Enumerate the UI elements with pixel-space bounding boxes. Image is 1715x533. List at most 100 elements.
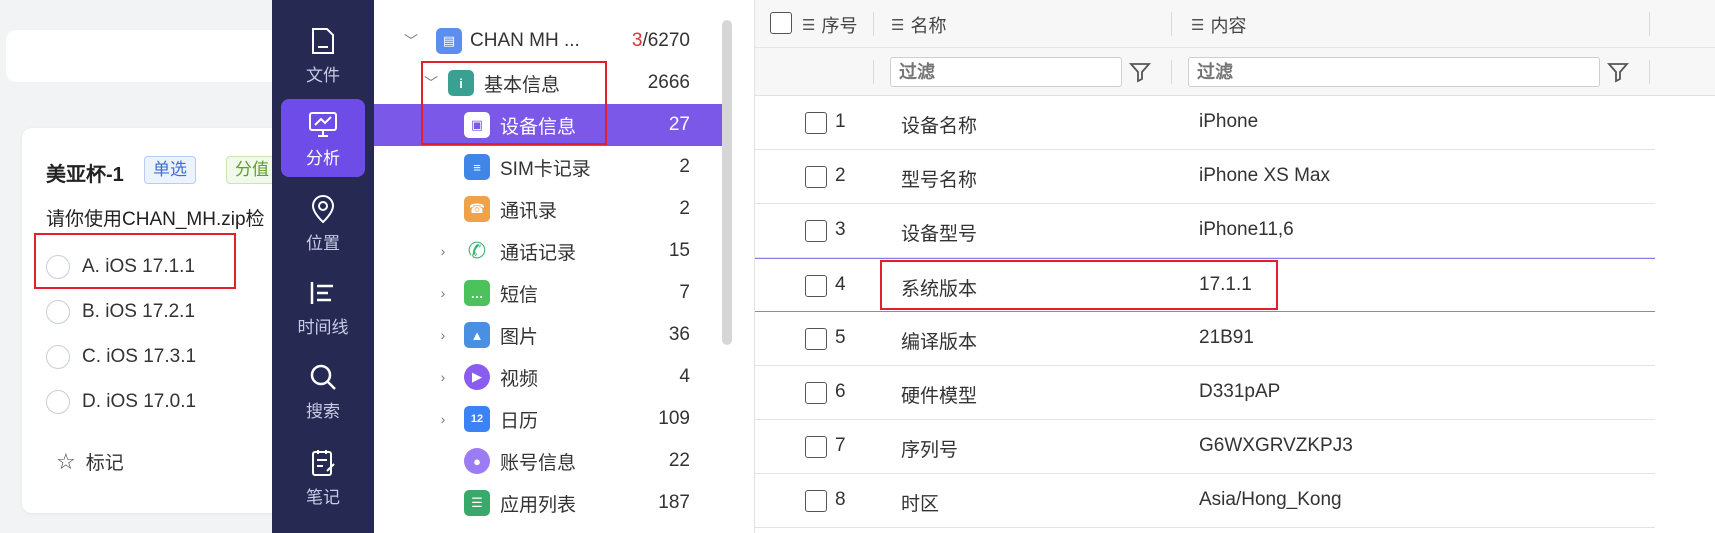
tree-item-sim[interactable]: ≡ SIM卡记录 2 bbox=[374, 146, 722, 188]
mark-label: 标记 bbox=[85, 453, 124, 474]
column-separator[interactable] bbox=[873, 12, 874, 36]
filter-icon[interactable] bbox=[1606, 60, 1630, 84]
header-content[interactable]: ☰ 内容 bbox=[1191, 12, 1246, 38]
select-all-checkbox[interactable] bbox=[770, 12, 792, 34]
filter-icon[interactable] bbox=[1128, 60, 1152, 84]
list-icon: ☰ bbox=[802, 17, 816, 34]
nav-item-notes[interactable]: 笔记 bbox=[281, 438, 365, 516]
table-row[interactable]: 7 序列号 G6WXGRVZKPJ3 bbox=[755, 420, 1655, 474]
tree-root[interactable]: ﹀ ▤ CHAN MH ... 3/6270 bbox=[374, 20, 722, 62]
row-name: 设备名称 bbox=[901, 116, 978, 137]
tree-count: 22 bbox=[668, 450, 690, 471]
option-label: A. iOS 17.1.1 bbox=[82, 256, 196, 277]
table-row[interactable]: 1 设备名称 iPhone bbox=[755, 96, 1655, 150]
row-checkbox[interactable] bbox=[805, 490, 827, 512]
nav-label: 笔记 bbox=[306, 487, 340, 507]
table-row[interactable]: 6 硬件模型 D331pAP bbox=[755, 366, 1655, 420]
column-separator[interactable] bbox=[1171, 12, 1172, 36]
tree-count: 2666 bbox=[647, 72, 690, 93]
chevron-right-icon[interactable]: › bbox=[436, 411, 450, 427]
option-c[interactable]: C. iOS 17.3.1 bbox=[46, 344, 196, 370]
table-row[interactable]: 4 系统版本 17.1.1 bbox=[755, 258, 1655, 312]
tree-count: 27 bbox=[668, 114, 690, 135]
row-name: 编译版本 bbox=[901, 332, 978, 353]
tree-item-calendar[interactable]: › 12 日历 109 bbox=[374, 398, 722, 440]
row-checkbox[interactable] bbox=[805, 275, 827, 297]
file-icon: ▤ bbox=[436, 28, 462, 54]
tree-item-images[interactable]: › ▲ 图片 36 bbox=[374, 314, 722, 356]
sms-icon: … bbox=[464, 280, 490, 306]
tree-item-accounts[interactable]: ● 账号信息 22 bbox=[374, 440, 722, 482]
tree-item-video[interactable]: › ▶ 视频 4 bbox=[374, 356, 722, 398]
chevron-right-icon[interactable]: › bbox=[436, 327, 450, 343]
row-number: 2 bbox=[835, 165, 846, 186]
tree-scrollbar[interactable] bbox=[722, 20, 732, 345]
chevron-right-icon[interactable]: › bbox=[436, 285, 450, 301]
row-checkbox[interactable] bbox=[805, 436, 827, 458]
table-row[interactable]: 3 设备型号 iPhone11,6 bbox=[755, 204, 1655, 258]
name-filter-input[interactable] bbox=[890, 57, 1122, 87]
row-name: 硬件模型 bbox=[901, 386, 978, 407]
nav-item-file[interactable]: 文件 bbox=[281, 16, 365, 94]
nav-item-analysis[interactable]: 分析 bbox=[281, 99, 365, 177]
tree-label: 日历 bbox=[500, 410, 539, 432]
tree-item-calls[interactable]: › ✆ 通话记录 15 bbox=[374, 230, 722, 272]
device-icon: ▣ bbox=[464, 112, 490, 138]
chevron-down-icon[interactable]: ﹀ bbox=[424, 75, 438, 91]
app-list-icon: ☰ bbox=[464, 490, 490, 516]
list-icon: ☰ bbox=[891, 17, 905, 34]
tree-count: 15 bbox=[668, 240, 690, 261]
row-checkbox[interactable] bbox=[805, 112, 827, 134]
question-top-card bbox=[6, 30, 286, 82]
tree-label: 账号信息 bbox=[500, 452, 577, 474]
timeline-icon bbox=[310, 281, 333, 304]
tree-item-device-info[interactable]: ▣ 设备信息 27 bbox=[374, 104, 722, 146]
row-checkbox[interactable] bbox=[805, 382, 827, 404]
column-separator[interactable] bbox=[1649, 12, 1650, 36]
tree-label: 设备信息 bbox=[500, 116, 577, 138]
radio-button[interactable] bbox=[46, 345, 70, 369]
option-a[interactable]: A. iOS 17.1.1 bbox=[46, 254, 195, 280]
row-number: 6 bbox=[835, 381, 846, 402]
tree-label: CHAN MH ... bbox=[470, 30, 580, 51]
nav-item-search[interactable]: 搜索 bbox=[281, 352, 365, 430]
row-number: 7 bbox=[835, 435, 846, 456]
tree-count: 3/6270 bbox=[632, 30, 690, 52]
tree-label: 视频 bbox=[500, 368, 539, 390]
row-name: 序列号 bbox=[901, 440, 959, 461]
header-name[interactable]: ☰ 名称 bbox=[891, 12, 946, 38]
chevron-down-icon[interactable]: ﹀ bbox=[404, 33, 418, 49]
header-label: 序号 bbox=[821, 16, 858, 36]
option-label: C. iOS 17.3.1 bbox=[82, 346, 197, 367]
table-row[interactable]: 5 编译版本 21B91 bbox=[755, 312, 1655, 366]
row-name: 时区 bbox=[901, 494, 940, 515]
radio-button[interactable] bbox=[46, 300, 70, 324]
option-d[interactable]: D. iOS 17.0.1 bbox=[46, 389, 196, 415]
tree-item-sms[interactable]: › … 短信 7 bbox=[374, 272, 722, 314]
question-title: 美亚杯-1 bbox=[46, 164, 124, 186]
radio-button[interactable] bbox=[46, 390, 70, 414]
tree-item-contacts[interactable]: ☎ 通讯录 2 bbox=[374, 188, 722, 230]
table-row[interactable]: 8 时区 Asia/Hong_Kong bbox=[755, 474, 1655, 528]
chevron-right-icon[interactable]: › bbox=[436, 369, 450, 385]
tree-count: 187 bbox=[658, 492, 690, 513]
tree-item-basic-info[interactable]: ﹀ i 基本信息 2666 bbox=[374, 62, 722, 104]
content-filter-input[interactable] bbox=[1188, 57, 1600, 87]
row-checkbox[interactable] bbox=[805, 166, 827, 188]
header-seq[interactable]: ☰ 序号 bbox=[802, 12, 857, 38]
row-checkbox[interactable] bbox=[805, 220, 827, 242]
tree-count: 2 bbox=[679, 198, 690, 219]
nav-item-timeline[interactable]: 时间线 bbox=[281, 268, 365, 346]
row-content: iPhone11,6 bbox=[1199, 219, 1294, 240]
contacts-icon: ☎ bbox=[464, 196, 490, 222]
tree-item-app-list[interactable]: ☰ 应用列表 187 bbox=[374, 482, 722, 524]
nav-label: 文件 bbox=[306, 65, 340, 85]
row-checkbox[interactable] bbox=[805, 328, 827, 350]
option-b[interactable]: B. iOS 17.2.1 bbox=[46, 299, 195, 325]
radio-button[interactable] bbox=[46, 255, 70, 279]
chevron-right-icon[interactable]: › bbox=[436, 243, 450, 259]
mark-button[interactable]: ☆ 标记 bbox=[56, 448, 124, 475]
sim-icon: ≡ bbox=[464, 154, 490, 180]
table-row[interactable]: 2 型号名称 iPhone XS Max bbox=[755, 150, 1655, 204]
nav-item-location[interactable]: 位置 bbox=[281, 184, 365, 262]
